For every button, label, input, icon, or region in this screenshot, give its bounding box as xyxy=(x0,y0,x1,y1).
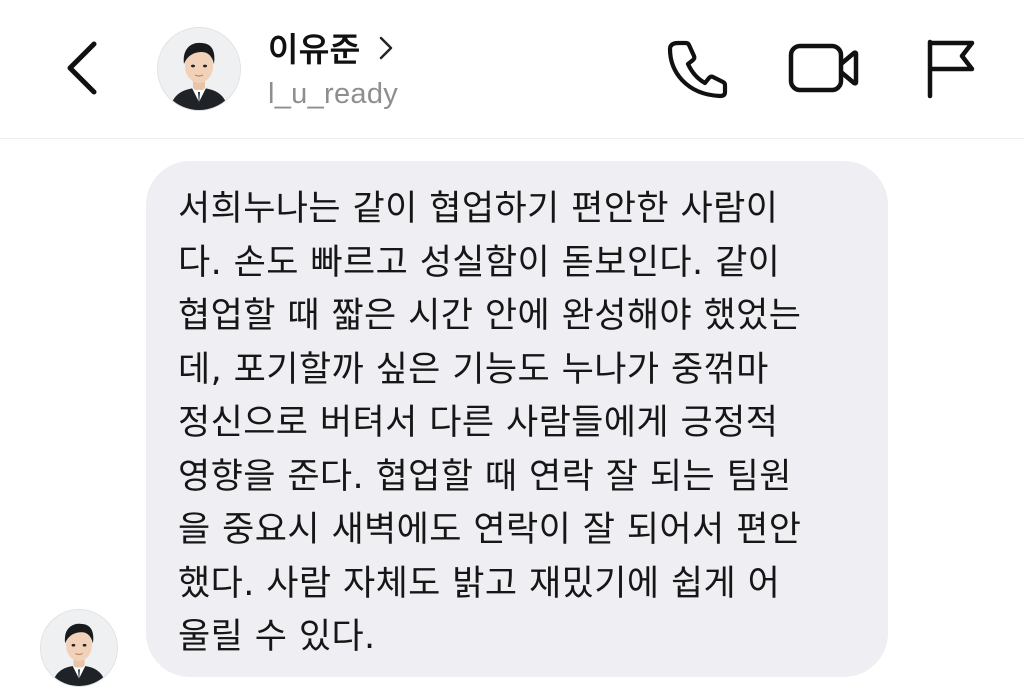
thread-header: 이유준 l_u_ready xyxy=(0,0,1024,139)
phone-icon xyxy=(667,40,728,99)
message-line: 협업할 때 짧은 시간 안에 완성해야 했었는 xyxy=(178,296,802,336)
contact-avatar[interactable] xyxy=(157,27,241,111)
chevron-right-icon xyxy=(379,36,392,60)
contact-name: 이유준 xyxy=(268,30,361,69)
contact-profile-link[interactable]: 이유준 xyxy=(268,24,395,70)
message-line: 다. 손도 빠르고 성실함이 돋보인다. 같이 xyxy=(178,242,781,283)
video-camera-icon xyxy=(788,43,859,93)
chevron-left-icon xyxy=(67,41,97,95)
flag-icon xyxy=(927,39,975,99)
message-line: 했다. 사람 자체도 밝고 재밌기에 쉽게 어 xyxy=(178,563,781,604)
call-button[interactable] xyxy=(664,37,730,99)
message-line: 울릴 수 있다. xyxy=(178,617,376,657)
dm-thread-screen: 이유준 l_u_ready 서희누나는 같이 협업하기 편안한 사람이 다. 손… xyxy=(0,0,1024,696)
profile-photo xyxy=(158,28,240,110)
report-button[interactable] xyxy=(920,36,980,100)
video-call-button[interactable] xyxy=(786,38,860,98)
message-text: 서희누나는 같이 협업하기 편안한 사람이 다. 손도 빠르고 성실함이 돋보인… xyxy=(178,183,868,665)
message-line: 데, 포기할까 싶은 기능도 누나가 중꺾마 xyxy=(178,349,769,390)
message-line: 서희누나는 같이 협업하기 편안한 사람이 xyxy=(178,189,779,229)
profile-photo xyxy=(41,610,117,686)
message-line: 정신으로 버텨서 다른 사람들에게 긍정적 xyxy=(178,403,779,443)
contact-username: l_u_ready xyxy=(268,78,399,110)
message-line: 을 중요시 새벽에도 연락이 잘 되어서 편안 xyxy=(178,510,802,550)
message-line: 영향을 준다. 협업할 때 연락 잘 되는 팀원 xyxy=(178,456,792,497)
sender-avatar[interactable] xyxy=(40,609,118,687)
back-button[interactable] xyxy=(58,36,110,100)
